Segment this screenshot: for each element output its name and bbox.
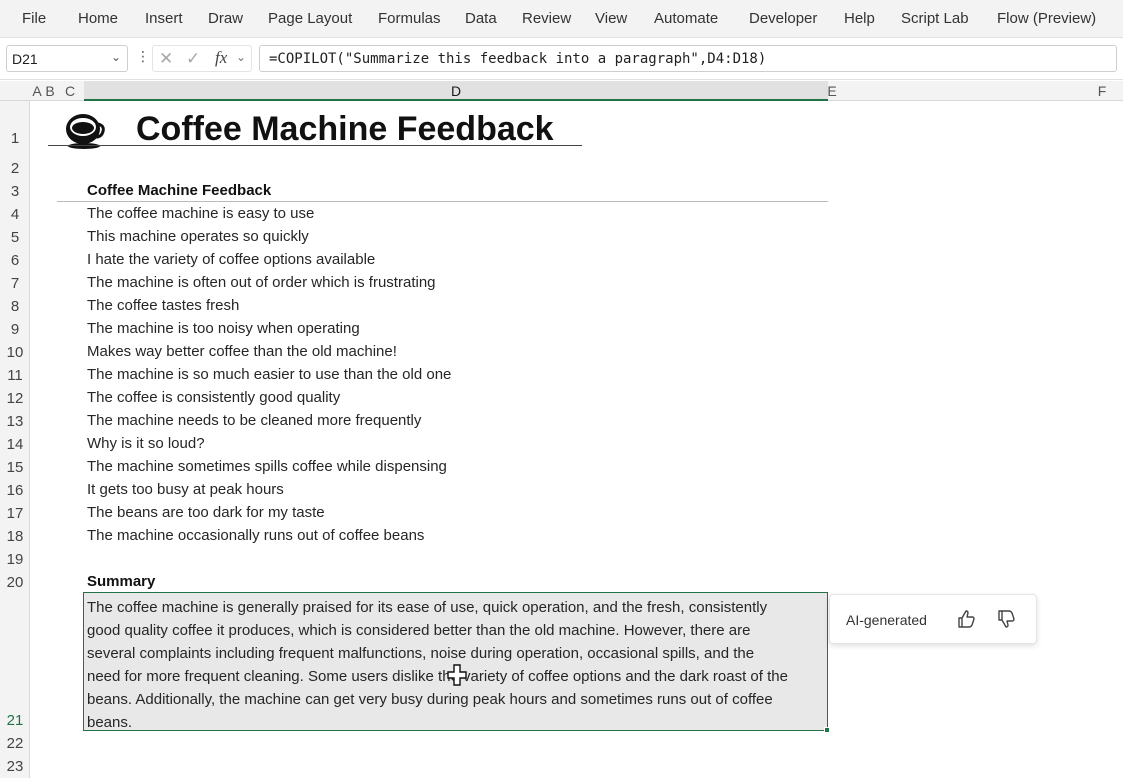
feedback-cell[interactable]: This machine operates so quickly: [87, 228, 309, 245]
menu-script-lab[interactable]: Script Lab: [901, 10, 969, 27]
menu-page-layout[interactable]: Page Layout: [268, 10, 352, 27]
row-header[interactable]: 3: [0, 183, 30, 200]
row-header[interactable]: 19: [0, 551, 30, 568]
menu-developer[interactable]: Developer: [749, 10, 817, 27]
header-border: [57, 201, 828, 202]
cell-cursor-icon: [447, 664, 467, 686]
menu-formulas[interactable]: Formulas: [378, 10, 441, 27]
title-border: [48, 145, 582, 146]
row-header[interactable]: 4: [0, 206, 30, 223]
menu-review[interactable]: Review: [522, 10, 571, 27]
column-header-a[interactable]: A: [31, 83, 43, 99]
row-header[interactable]: 7: [0, 275, 30, 292]
thumbs-up-icon[interactable]: [956, 608, 976, 630]
column-header-c[interactable]: C: [64, 83, 76, 99]
summary-header-cell[interactable]: Summary: [87, 573, 155, 590]
feedback-cell[interactable]: The machine occasionally runs out of cof…: [87, 527, 424, 544]
summary-line: The coffee machine is generally praised …: [87, 599, 768, 616]
column-header-e[interactable]: E: [824, 83, 840, 99]
row-header[interactable]: 18: [0, 528, 30, 545]
row-header[interactable]: 5: [0, 229, 30, 246]
row-header[interactable]: 15: [0, 459, 30, 476]
row-header[interactable]: 10: [0, 344, 30, 361]
formula-input[interactable]: =COPILOT("Summarize this feedback into a…: [259, 45, 1117, 72]
row-header[interactable]: 14: [0, 436, 30, 453]
insert-function-icon[interactable]: fx: [215, 48, 227, 68]
ribbon-menu: File Home Insert Draw Page Layout Formul…: [0, 0, 1123, 38]
cancel-icon[interactable]: ✕: [159, 49, 173, 69]
column-header-d[interactable]: D: [84, 81, 828, 101]
chevron-down-icon[interactable]: ⌄: [111, 50, 121, 64]
ai-generated-label: AI-generated: [846, 612, 927, 628]
confirm-icon[interactable]: ✓: [186, 49, 200, 69]
row-header[interactable]: 20: [0, 574, 30, 591]
row-header[interactable]: 17: [0, 505, 30, 522]
feedback-cell[interactable]: The coffee tastes fresh: [87, 297, 239, 314]
row-headers: 1 2 3 4 5 6 7 8 9 10 11 12 13 14 15 16 1…: [0, 101, 30, 778]
menu-help[interactable]: Help: [844, 10, 875, 27]
formula-buttons: ✕ ✓ fx ⌄: [152, 45, 252, 72]
row-header[interactable]: 22: [0, 735, 30, 752]
row-header[interactable]: 11: [0, 367, 30, 384]
ai-generated-card: AI-generated: [829, 594, 1037, 644]
row-header-active[interactable]: 21: [0, 712, 30, 729]
column-header-b[interactable]: B: [44, 83, 56, 99]
feedback-cell[interactable]: It gets too busy at peak hours: [87, 481, 284, 498]
menu-view[interactable]: View: [595, 10, 627, 27]
row-header[interactable]: 16: [0, 482, 30, 499]
column-header-f[interactable]: F: [1094, 83, 1110, 99]
feedback-cell[interactable]: The machine sometimes spills coffee whil…: [87, 458, 447, 475]
more-options-icon[interactable]: ⋮: [136, 48, 150, 65]
menu-automate[interactable]: Automate: [654, 10, 718, 27]
feedback-header-cell[interactable]: Coffee Machine Feedback: [87, 182, 271, 199]
formula-text: =COPILOT("Summarize this feedback into a…: [269, 51, 767, 67]
row-header[interactable]: 2: [0, 160, 30, 177]
menu-data[interactable]: Data: [465, 10, 497, 27]
menu-insert[interactable]: Insert: [145, 10, 183, 27]
sheet-title[interactable]: Coffee Machine Feedback: [136, 110, 554, 149]
row-header[interactable]: 12: [0, 390, 30, 407]
feedback-cell[interactable]: The coffee machine is easy to use: [87, 205, 314, 222]
name-box-value: D21: [12, 51, 38, 67]
row-header[interactable]: 6: [0, 252, 30, 269]
feedback-cell[interactable]: The coffee is consistently good quality: [87, 389, 340, 406]
row-header[interactable]: 23: [0, 758, 30, 775]
feedback-cell[interactable]: The machine is too noisy when operating: [87, 320, 360, 337]
row-header[interactable]: 9: [0, 321, 30, 338]
row-header[interactable]: 1: [0, 130, 30, 147]
fill-handle[interactable]: [824, 727, 830, 733]
chevron-down-icon[interactable]: ⌄: [236, 50, 246, 64]
row-header[interactable]: 8: [0, 298, 30, 315]
name-box[interactable]: D21 ⌄: [6, 45, 128, 72]
feedback-cell[interactable]: I hate the variety of coffee options ava…: [87, 251, 375, 268]
menu-file[interactable]: File: [22, 10, 46, 27]
row-header[interactable]: 13: [0, 413, 30, 430]
menu-home[interactable]: Home: [78, 10, 118, 27]
formula-bar: D21 ⌄ ⋮ ✕ ✓ fx ⌄ =COPILOT("Summarize thi…: [0, 38, 1123, 80]
summary-line: several complaints including frequent ma…: [87, 645, 755, 662]
summary-cell-selected[interactable]: The coffee machine is generally praised …: [83, 592, 828, 731]
feedback-cell[interactable]: The machine is often out of order which …: [87, 274, 436, 291]
feedback-cell[interactable]: The machine is so much easier to use tha…: [87, 366, 451, 383]
menu-draw[interactable]: Draw: [208, 10, 243, 27]
summary-line: beans.: [87, 714, 133, 731]
summary-line: beans. Additionally, the machine can get…: [87, 691, 773, 708]
feedback-cell[interactable]: The beans are too dark for my taste: [87, 504, 325, 521]
feedback-cell[interactable]: The machine needs to be cleaned more fre…: [87, 412, 421, 429]
thumbs-down-icon[interactable]: [996, 608, 1016, 630]
menu-flow-preview[interactable]: Flow (Preview): [997, 10, 1096, 27]
column-headers: A B C D E F: [0, 81, 1123, 101]
feedback-cell[interactable]: Makes way better coffee than the old mac…: [87, 343, 397, 360]
feedback-cell[interactable]: Why is it so loud?: [87, 435, 205, 452]
summary-line: good quality coffee it produces, which i…: [87, 622, 751, 639]
